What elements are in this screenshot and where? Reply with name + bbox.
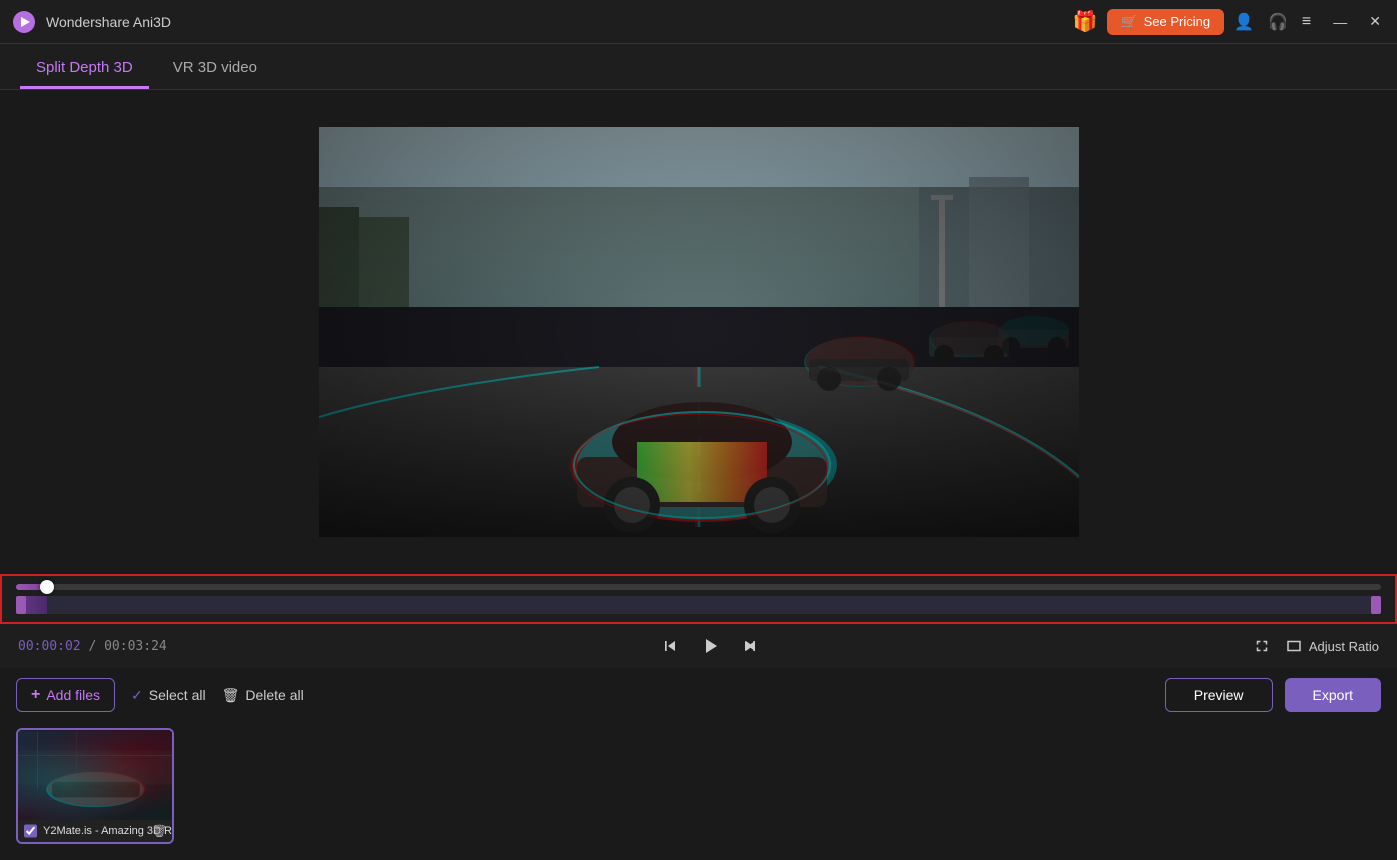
total-time: 00:03:24: [104, 639, 167, 654]
window-controls: — ✕: [1329, 11, 1385, 32]
user-icon[interactable]: 👤: [1234, 12, 1254, 32]
close-button[interactable]: ✕: [1365, 11, 1385, 32]
fullscreen-icon: [1253, 637, 1271, 655]
adjust-ratio-button[interactable]: Adjust Ratio: [1285, 637, 1379, 655]
play-icon: [698, 634, 722, 658]
video-area: [0, 90, 1397, 574]
controls-bar: 00:00:02 / 00:03:24: [0, 624, 1397, 668]
export-button[interactable]: Export: [1285, 678, 1381, 712]
timeline-handle-left[interactable]: [16, 596, 26, 614]
title-bar-left: Wondershare Ani3D: [12, 10, 171, 34]
scrubber-track[interactable]: [16, 584, 1381, 590]
skip-back-button[interactable]: [660, 636, 680, 656]
timeline-handle-right[interactable]: [1371, 596, 1381, 614]
title-bar-right: 🎁 🛒 See Pricing 👤 🎧 ≡ — ✕: [1073, 9, 1386, 35]
delete-all-button[interactable]: 🗑 Delete all: [222, 687, 304, 704]
thumb-preview: [18, 730, 172, 820]
select-all-button[interactable]: ✓ Select all: [131, 687, 206, 704]
thumb-image: [18, 730, 172, 820]
app-logo: [12, 10, 36, 34]
main-content: 00:00:02 / 00:03:24: [0, 90, 1397, 860]
time-display: 00:00:02 / 00:03:24: [18, 639, 167, 654]
right-controls: Adjust Ratio: [1253, 637, 1379, 655]
skip-forward-button[interactable]: [740, 636, 760, 656]
gift-icon[interactable]: 🎁: [1073, 9, 1098, 34]
plus-icon: +: [31, 686, 40, 704]
app-title: Wondershare Ani3D: [46, 14, 171, 30]
minimize-button[interactable]: —: [1329, 12, 1351, 32]
skip-back-icon: [660, 636, 680, 656]
file-thumbnails: Y2Mate.is - Amazing 3D R. 🗑: [16, 722, 1381, 850]
file-list-area: + Add files ✓ Select all 🗑 Delete all Pr…: [0, 668, 1397, 860]
thumb-delete-icon[interactable]: 🗑: [152, 824, 167, 838]
scrubber-thumb[interactable]: [40, 580, 54, 594]
checkbox-icon: ✓: [131, 687, 143, 704]
title-bar: Wondershare Ani3D 🎁 🛒 See Pricing 👤 🎧 ≡ …: [0, 0, 1397, 44]
file-list-toolbar: + Add files ✓ Select all 🗑 Delete all Pr…: [16, 678, 1381, 712]
timeline-lower[interactable]: [16, 596, 1381, 614]
see-pricing-button[interactable]: 🛒 See Pricing: [1107, 9, 1224, 35]
play-button[interactable]: [698, 634, 722, 658]
tab-split-depth-3d[interactable]: Split Depth 3D: [20, 49, 149, 89]
file-thumb[interactable]: Y2Mate.is - Amazing 3D R. 🗑: [16, 728, 174, 844]
adjust-ratio-icon: [1285, 637, 1303, 655]
preview-button[interactable]: Preview: [1165, 678, 1273, 712]
title-bar-icons: 👤 🎧 ≡: [1234, 12, 1311, 32]
time-separator: /: [88, 639, 104, 654]
headphone-icon[interactable]: 🎧: [1268, 12, 1288, 32]
menu-icon[interactable]: ≡: [1302, 13, 1311, 31]
playback-controls: [660, 634, 760, 658]
video-frame: [319, 127, 1079, 537]
current-time: 00:00:02: [18, 639, 81, 654]
thumb-label: Y2Mate.is - Amazing 3D R. 🗑: [18, 820, 172, 842]
trash-icon: 🗑: [222, 687, 240, 704]
file-list-actions: Preview Export: [1165, 678, 1381, 712]
fullscreen-button[interactable]: [1253, 637, 1271, 655]
timeline-area: [0, 574, 1397, 624]
video-preview: [319, 127, 1079, 537]
tabs-bar: Split Depth 3D VR 3D video: [0, 44, 1397, 90]
cart-icon: 🛒: [1121, 14, 1137, 30]
thumb-checkbox[interactable]: [24, 824, 37, 838]
tab-vr-3d-video[interactable]: VR 3D video: [157, 49, 273, 89]
add-files-button[interactable]: + Add files: [16, 678, 115, 712]
skip-forward-icon: [740, 636, 760, 656]
